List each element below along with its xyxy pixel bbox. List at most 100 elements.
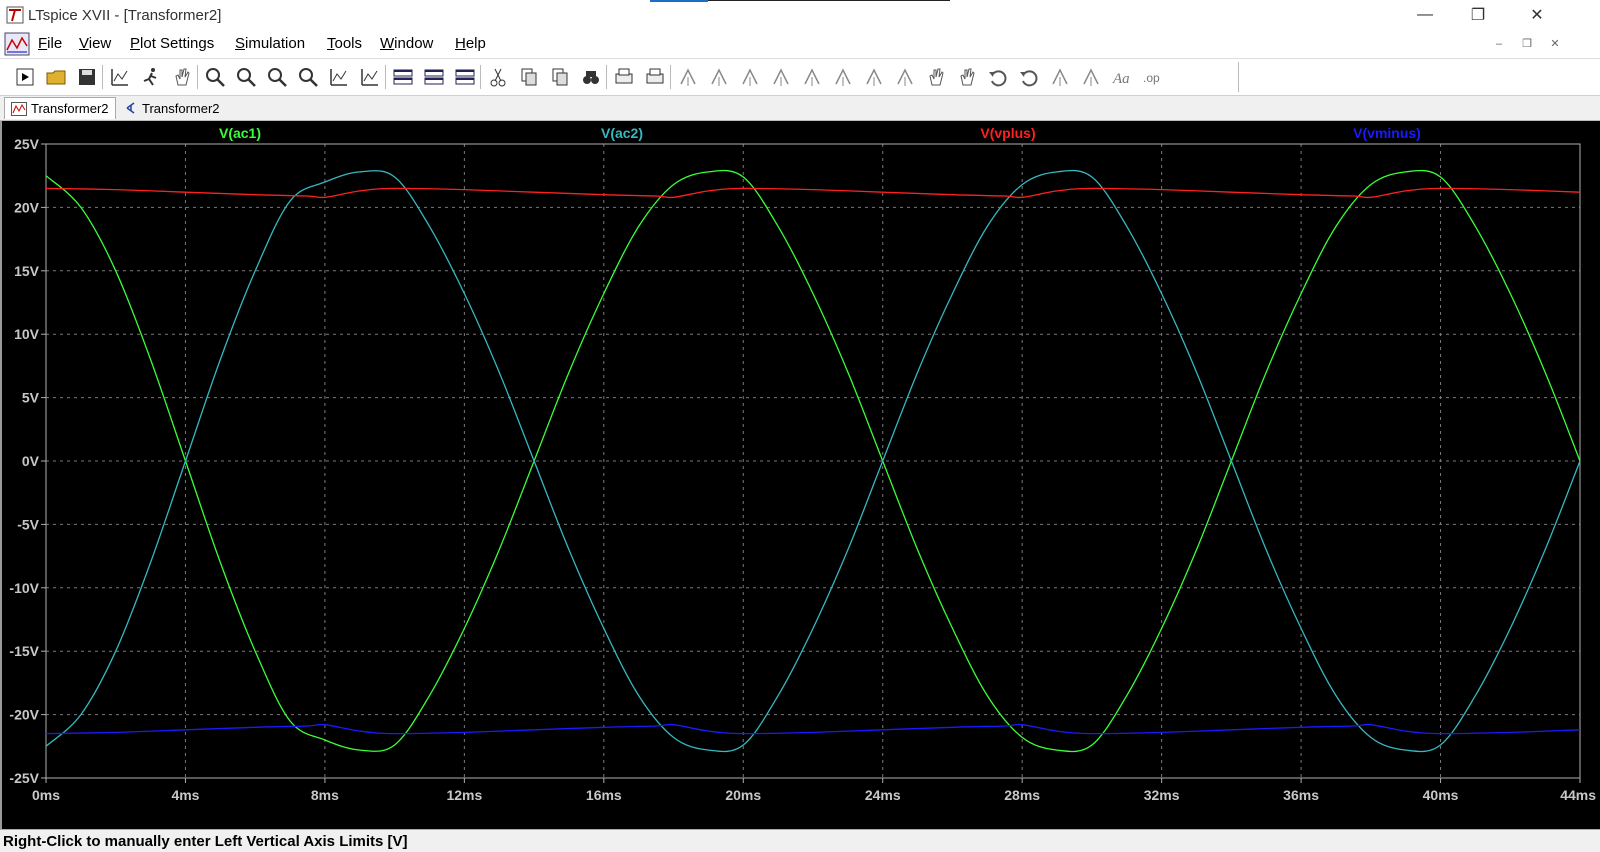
- status-bar: Right-Click to manually enter Left Verti…: [0, 829, 1600, 852]
- diode-button[interactable]: [861, 64, 887, 90]
- wire-button[interactable]: [675, 64, 701, 90]
- y-tick-label: -5V: [17, 516, 39, 532]
- x-tick-label: 40ms: [1423, 787, 1459, 803]
- control-panel-button[interactable]: [107, 64, 133, 90]
- capacitor-button[interactable]: [799, 64, 825, 90]
- mdi-close-button[interactable]: ✕: [1546, 36, 1564, 52]
- toolbar-separator: [197, 65, 198, 89]
- manual-limits-icon: [361, 69, 378, 86]
- x-tick-label: 16ms: [586, 787, 622, 803]
- cut-button[interactable]: [485, 64, 511, 90]
- close-icon: ✕: [1530, 7, 1544, 24]
- find-button[interactable]: [578, 64, 604, 90]
- zoom-cancel-button[interactable]: [295, 64, 321, 90]
- print-icon: [615, 68, 633, 84]
- find-icon: [583, 71, 599, 84]
- menu-bar: File View Plot Settings Simulation Tools Wind…: [0, 30, 1600, 59]
- label-net-button[interactable]: [737, 64, 763, 90]
- restore-icon: ❐: [1470, 7, 1486, 24]
- tab-schematic-transformer2[interactable]: Transformer2: [118, 97, 226, 119]
- mdi-minimize-button[interactable]: –: [1490, 36, 1508, 52]
- y-tick-label: 20V: [14, 199, 40, 215]
- tab-label: Transformer2: [142, 100, 220, 116]
- toolbar-separator: [606, 65, 607, 89]
- drag-button[interactable]: [954, 64, 980, 90]
- toolbar-separator: [670, 65, 671, 89]
- mdi-restore-button[interactable]: ❐: [1518, 36, 1536, 52]
- zoom-in-button[interactable]: [202, 64, 228, 90]
- zoom-out-button[interactable]: [264, 64, 290, 90]
- window-title: LTspice XVII - [Transformer2]: [28, 7, 222, 24]
- restore-button[interactable]: ❐: [1453, 0, 1503, 30]
- toolbar-separator: [480, 65, 481, 89]
- mirror-button[interactable]: [1078, 64, 1104, 90]
- y-tick-label: 10V: [14, 326, 40, 342]
- close-button[interactable]: ✕: [1512, 0, 1562, 30]
- waveform-chart[interactable]: 0ms 4ms 8ms 12ms 16ms 20ms 24ms 28ms 32ms 36ms 40m…: [2, 121, 1600, 829]
- run-icon: [143, 68, 157, 86]
- manual-limits-button[interactable]: [357, 64, 383, 90]
- rotate-icon: [1052, 68, 1068, 86]
- copy-button[interactable]: [516, 64, 542, 90]
- halt-button[interactable]: [169, 64, 195, 90]
- inductor-icon: [835, 68, 851, 86]
- toolbar-end-separator: [1238, 62, 1239, 92]
- trace-label: V(ac2): [601, 125, 643, 141]
- print-button[interactable]: [611, 64, 637, 90]
- menu-help[interactable]: Help: [455, 35, 486, 52]
- paste-button[interactable]: [547, 64, 573, 90]
- run-button[interactable]: [138, 64, 164, 90]
- diode-icon: [866, 68, 882, 86]
- status-message: Right-Click to manually enter Left Verti…: [3, 833, 408, 850]
- toolbar-separator: [102, 65, 103, 89]
- tab-waveform-transformer2[interactable]: Transformer2: [4, 97, 116, 119]
- tile-vertical-button[interactable]: [452, 64, 478, 90]
- waveform-document-icon[interactable]: [4, 32, 30, 56]
- cascade-button[interactable]: [421, 64, 447, 90]
- autorange-button[interactable]: [326, 64, 352, 90]
- component-icon: [897, 68, 913, 86]
- spice-directive-icon: .op: [1143, 71, 1160, 85]
- undo-button[interactable]: [985, 64, 1011, 90]
- print-setup-button[interactable]: [642, 64, 668, 90]
- redo-button[interactable]: [1016, 64, 1042, 90]
- text-icon: Aa: [1112, 71, 1130, 87]
- x-tick-label: 12ms: [446, 787, 482, 803]
- zoom-cancel-icon: [299, 68, 318, 87]
- x-tick-label: 24ms: [865, 787, 901, 803]
- zoom-fit-button[interactable]: [233, 64, 259, 90]
- y-tick-label: -15V: [9, 643, 39, 659]
- rotate-button[interactable]: [1047, 64, 1073, 90]
- control-panel-icon: [111, 69, 128, 86]
- document-tabs: Transformer2 Transformer2: [0, 96, 1600, 121]
- wire-icon: [680, 68, 696, 86]
- move-icon: [929, 68, 944, 86]
- menu-tools[interactable]: Tools: [327, 35, 362, 52]
- component-button[interactable]: [892, 64, 918, 90]
- save-button[interactable]: [74, 64, 100, 90]
- move-button[interactable]: [923, 64, 949, 90]
- open-schematic-button[interactable]: [12, 64, 38, 90]
- trace-vvminus: [45, 723, 1581, 735]
- ground-button[interactable]: [706, 64, 732, 90]
- schematic-icon: [126, 102, 135, 114]
- waveform-plot-pane[interactable]: 0ms 4ms 8ms 12ms 16ms 20ms 24ms 28ms 32ms 36ms 40m…: [0, 121, 1600, 829]
- menu-window[interactable]: Window: [380, 35, 433, 52]
- menu-plot-settings[interactable]: Plot Settings: [130, 35, 214, 52]
- tile-horizontal-button[interactable]: [390, 64, 416, 90]
- y-tick-label: -10V: [9, 580, 39, 596]
- inductor-button[interactable]: [830, 64, 856, 90]
- tile-horizontal-icon: [393, 69, 413, 85]
- x-tick-label: 32ms: [1144, 787, 1180, 803]
- open-schematic-icon: [16, 68, 34, 86]
- text-button[interactable]: Aa: [1109, 64, 1135, 90]
- menu-file[interactable]: File: [38, 35, 62, 52]
- spice-directive-button[interactable]: .op: [1140, 64, 1166, 90]
- print-setup-icon: [646, 68, 664, 84]
- menu-simulation[interactable]: Simulation: [235, 35, 305, 52]
- minimize-button[interactable]: —: [1400, 0, 1450, 30]
- undo-icon: [989, 70, 1007, 87]
- open-folder-button[interactable]: [43, 64, 69, 90]
- menu-view[interactable]: View: [79, 35, 111, 52]
- resistor-button[interactable]: [768, 64, 794, 90]
